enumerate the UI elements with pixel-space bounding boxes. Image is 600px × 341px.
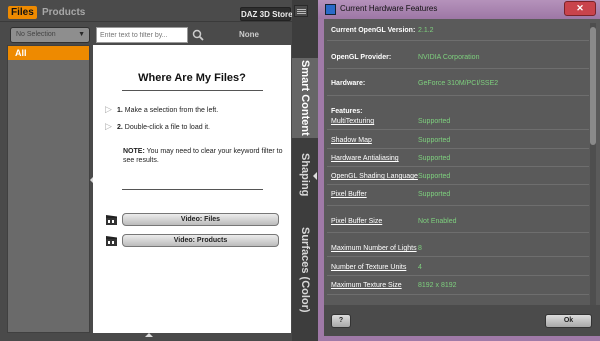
filter-status: None — [239, 30, 259, 39]
tab-files[interactable]: Files — [8, 6, 37, 19]
expand-up-icon[interactable] — [145, 333, 153, 337]
divider — [327, 68, 589, 69]
dialog-titlebar[interactable]: Current Hardware Features ✕ — [318, 0, 600, 19]
tab-products[interactable]: Products — [42, 6, 85, 19]
feature-value: Supported — [418, 173, 451, 180]
version-value: 2.1.2 — [418, 27, 434, 34]
scrollbar-thumb[interactable] — [590, 27, 596, 145]
divider — [122, 189, 263, 190]
arrow-icon: ▷ — [105, 121, 112, 131]
feature-name[interactable]: Pixel Buffer Size — [331, 218, 382, 225]
step-2-text: Double-click a file to load it. — [124, 124, 211, 131]
panel-menu-icon[interactable] — [294, 5, 308, 17]
dialog-title: Current Hardware Features — [340, 4, 438, 13]
features-list: Current OpenGL Version: 2.1.2 OpenGL Pro… — [324, 19, 589, 305]
hardware-features-dialog: Current Hardware Features ✕ Current Open… — [318, 0, 600, 341]
dialog-footer: ? Ok — [324, 305, 600, 336]
divider — [327, 205, 589, 206]
feature-value: 8 — [418, 245, 422, 252]
feature-name[interactable]: MultiTexturing — [331, 118, 374, 125]
feature-value: 4 — [418, 264, 422, 271]
feature-name[interactable]: Maximum Texture Size — [331, 282, 402, 289]
list-item-all[interactable]: All — [8, 46, 89, 60]
category-list: All — [7, 45, 90, 333]
help-button[interactable]: ? — [331, 314, 351, 328]
divider — [327, 40, 589, 41]
feature-value: Not Enabled — [418, 218, 457, 225]
filter-row: No Selection ▼ None — [0, 23, 292, 45]
divider — [327, 129, 589, 130]
note-text: You may need to clear your keyword filte… — [123, 148, 283, 164]
divider — [327, 184, 589, 185]
step-2-number: 2. — [117, 124, 123, 131]
search-icon[interactable] — [192, 29, 204, 41]
provider-label: OpenGL Provider: — [331, 54, 392, 61]
version-label: Current OpenGL Version: — [331, 27, 416, 34]
hardware-value: GeForce 310M/PCI/SSE2 — [418, 80, 499, 87]
feature-value: 8192 x 8192 — [418, 282, 457, 289]
ok-button[interactable]: Ok — [545, 314, 592, 328]
step-1-number: 1. — [117, 107, 123, 114]
vertical-scrollbar[interactable] — [590, 23, 596, 305]
app-icon — [325, 4, 336, 15]
feature-name[interactable]: Shadow Map — [331, 137, 372, 144]
step-1: ▷ 1. Make a selection from the left. — [105, 104, 218, 115]
tab-smart-content[interactable]: Smart Content — [292, 58, 318, 138]
step-1-text: Make a selection from the left. — [124, 107, 219, 114]
feature-value: Supported — [418, 155, 451, 162]
feature-name[interactable]: Number of Texture Units — [331, 264, 406, 271]
chevron-down-icon: ▼ — [78, 31, 85, 38]
video-clapper-icon — [106, 236, 117, 246]
divider — [327, 232, 589, 233]
divider — [327, 256, 589, 257]
video-products-button[interactable]: Video: Products — [122, 234, 279, 247]
daz-store-button[interactable]: DAZ 3D Store — [240, 7, 293, 21]
feature-value: Supported — [418, 118, 451, 125]
content-title: Where Are My Files? — [138, 72, 246, 84]
divider — [327, 148, 589, 149]
divider — [327, 95, 589, 96]
filter-input[interactable] — [96, 27, 188, 43]
note: NOTE: You may need to clear your keyword… — [123, 147, 283, 165]
content-library-panel: Files Products DAZ 3D Store No Selection… — [0, 0, 318, 341]
feature-value: Supported — [418, 191, 451, 198]
divider — [122, 90, 263, 91]
divider — [327, 275, 589, 276]
feature-name[interactable]: OpenGL Shading Language — [331, 173, 418, 180]
selection-dropdown[interactable]: No Selection ▼ — [10, 27, 90, 43]
provider-value: NVIDIA Corporation — [418, 54, 480, 61]
video-clapper-icon — [106, 215, 117, 225]
divider — [327, 294, 589, 295]
arrow-icon: ▷ — [105, 104, 112, 114]
selection-dropdown-value: No Selection — [16, 31, 56, 38]
feature-value: Supported — [418, 137, 451, 144]
collapse-right-icon[interactable] — [313, 172, 317, 180]
note-label: NOTE: — [123, 148, 145, 155]
video-files-button[interactable]: Video: Files — [122, 213, 279, 226]
content-view: Where Are My Files? ▷ 1. Make a selection… — [93, 45, 291, 333]
features-heading: Features: — [331, 108, 363, 115]
close-button[interactable]: ✕ — [564, 1, 596, 16]
divider — [327, 166, 589, 167]
hardware-label: Hardware: — [331, 80, 366, 87]
tab-surfaces-color[interactable]: Surfaces (Color) — [292, 212, 318, 327]
dialog-body: Current OpenGL Version: 2.1.2 OpenGL Pro… — [324, 19, 600, 336]
feature-name[interactable]: Pixel Buffer — [331, 191, 367, 198]
library-tab-bar: Files Products DAZ 3D Store — [0, 0, 293, 22]
step-2: ▷ 2. Double-click a file to load it. — [105, 121, 210, 132]
feature-name[interactable]: Hardware Antialiasing — [331, 155, 399, 162]
feature-name[interactable]: Maximum Number of Lights — [331, 245, 417, 252]
